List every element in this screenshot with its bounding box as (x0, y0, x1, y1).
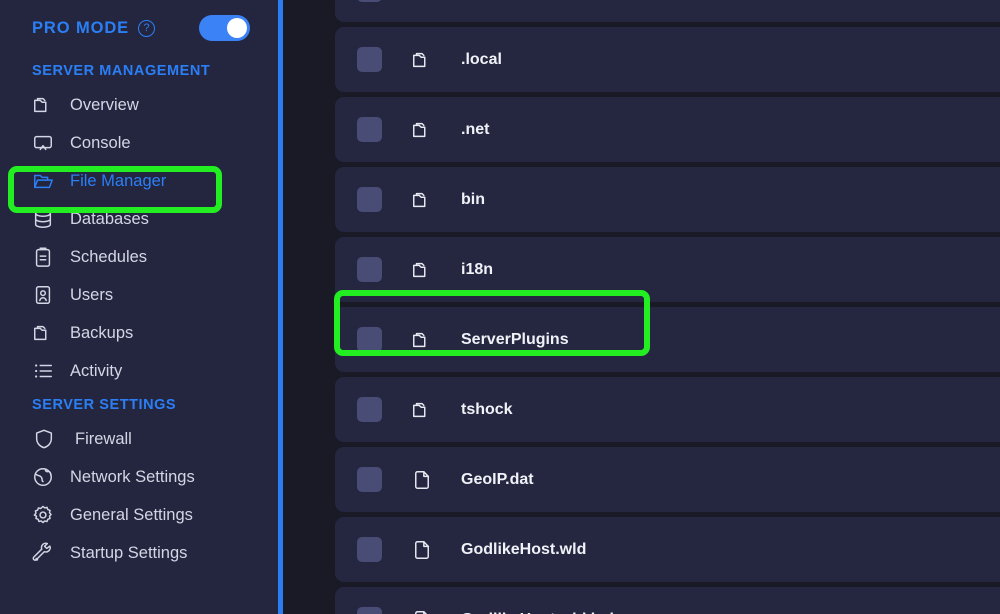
sidebar-item-label: Backups (70, 323, 134, 342)
file-manager-panel: .local .net bin i18n ServerPlugins tshock GeoI… (283, 0, 1000, 614)
row-checkbox[interactable] (357, 397, 382, 422)
sidebar: PRO MODE ? SERVER MANAGEMENT Overview Cons… (0, 0, 283, 614)
clipboard-icon (32, 246, 54, 268)
file-name: i18n (461, 260, 494, 278)
file-name: GeoIP.dat (461, 470, 534, 488)
sidebar-item-label: Activity (70, 361, 123, 380)
folder-icon (32, 94, 54, 116)
file-name: GodlikeHost.wld.bak (461, 611, 618, 614)
sidebar-item-schedules[interactable]: Schedules (0, 238, 283, 276)
sidebar-item-file-manager[interactable]: File Manager (0, 162, 283, 200)
console-icon (32, 132, 54, 154)
file-icon (411, 469, 433, 491)
sidebar-section-title: SERVER MANAGEMENT (32, 63, 211, 79)
file-row[interactable]: tshock (335, 377, 1000, 442)
row-checkbox[interactable] (357, 257, 382, 282)
row-checkbox[interactable] (357, 537, 382, 562)
row-checkbox[interactable] (357, 187, 382, 212)
database-icon (32, 208, 54, 230)
file-row[interactable] (335, 0, 1000, 22)
folder-icon (411, 399, 433, 421)
file-row[interactable]: .local (335, 27, 1000, 92)
sidebar-item-databases[interactable]: Databases (0, 200, 283, 238)
file-row[interactable]: i18n (335, 237, 1000, 302)
sidebar-item-label: Databases (70, 209, 149, 228)
pro-mode-toggle[interactable] (199, 15, 250, 41)
folder-icon (32, 322, 54, 344)
file-name: GodlikeHost.wld (461, 540, 587, 558)
row-checkbox[interactable] (357, 117, 382, 142)
sidebar-section-title: SERVER SETTINGS (32, 397, 177, 413)
file-list: .local .net bin i18n ServerPlugins tshock GeoI… (335, 0, 1000, 614)
row-checkbox[interactable] (357, 47, 382, 72)
sidebar-item-label: Network Settings (70, 467, 195, 486)
file-row[interactable]: GeoIP.dat (335, 447, 1000, 512)
file-icon (411, 539, 433, 561)
sidebar-item-console[interactable]: Console (0, 124, 283, 162)
sidebar-item-label: General Settings (70, 505, 193, 524)
file-row[interactable]: bin (335, 167, 1000, 232)
file-name: ServerPlugins (461, 330, 569, 348)
folder-icon (411, 189, 433, 211)
list-icon (32, 360, 54, 382)
sidebar-item-users[interactable]: Users (0, 276, 283, 314)
pro-mode-left: PRO MODE ? (32, 18, 156, 38)
folder-icon (411, 49, 433, 71)
sidebar-item-label: Overview (70, 95, 139, 114)
file-icon (411, 0, 433, 1)
sidebar-item-label: Firewall (75, 429, 132, 448)
sidebar-item-overview[interactable]: Overview (0, 86, 283, 124)
globe-icon (32, 466, 54, 488)
file-row[interactable]: ServerPlugins (335, 307, 1000, 372)
app-root: PRO MODE ? SERVER MANAGEMENT Overview Cons… (0, 0, 1000, 614)
sidebar-item-general-settings[interactable]: General Settings (0, 496, 283, 534)
folder-icon (411, 119, 433, 141)
file-name: bin (461, 190, 485, 208)
sidebar-item-backups[interactable]: Backups (0, 314, 283, 352)
open-folder-icon (32, 170, 54, 192)
file-row[interactable]: GodlikeHost.wld (335, 517, 1000, 582)
folder-icon (411, 329, 433, 351)
row-checkbox[interactable] (357, 607, 382, 614)
pro-mode-label: PRO MODE (32, 18, 130, 37)
shield-icon (33, 428, 55, 450)
file-name: tshock (461, 400, 513, 418)
sidebar-item-network-settings[interactable]: Network Settings (0, 458, 283, 496)
wrench-icon (32, 542, 54, 564)
row-checkbox[interactable] (357, 327, 382, 352)
row-checkbox[interactable] (357, 0, 382, 2)
toggle-knob (227, 18, 247, 38)
folder-icon (411, 259, 433, 281)
pro-mode-row: PRO MODE ? (0, 0, 283, 56)
user-card-icon (32, 284, 54, 306)
row-checkbox[interactable] (357, 467, 382, 492)
file-row[interactable]: .net (335, 97, 1000, 162)
file-row[interactable]: GodlikeHost.wld.bak (335, 587, 1000, 614)
gear-icon (32, 504, 54, 526)
sidebar-item-activity[interactable]: Activity (0, 352, 283, 390)
sidebar-item-label: Startup Settings (70, 543, 188, 562)
question-mark-circle-icon[interactable]: ? (138, 19, 156, 37)
sidebar-item-label: Console (70, 133, 131, 152)
file-name: .net (461, 120, 490, 138)
sidebar-item-startup-settings[interactable]: Startup Settings (0, 534, 283, 572)
sidebar-item-firewall[interactable]: Firewall (0, 420, 283, 458)
file-icon (411, 609, 433, 614)
sidebar-item-label: Schedules (70, 247, 148, 266)
sidebar-nav: SERVER MANAGEMENT Overview Console File Man… (0, 56, 283, 572)
sidebar-item-label: Users (70, 285, 114, 304)
file-name: .local (461, 50, 502, 68)
sidebar-item-label: File Manager (70, 171, 167, 190)
